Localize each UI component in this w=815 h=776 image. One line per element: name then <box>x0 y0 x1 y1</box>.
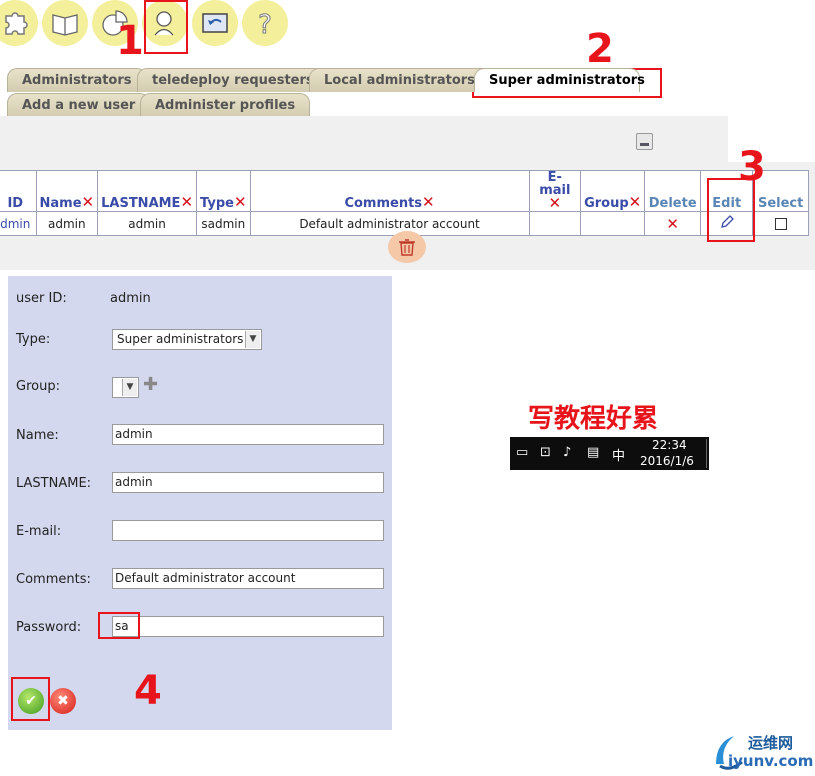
userid-label: user ID: <box>16 291 67 306</box>
type-select[interactable]: Super administrators ▼ <box>112 329 262 350</box>
cell-comments: Default administrator account <box>249 211 530 236</box>
cell-select <box>752 211 809 236</box>
type-label: Type: <box>16 332 51 347</box>
col-header-delete: Delete <box>644 170 702 212</box>
watermark-cn: 运维网 <box>748 734 794 752</box>
delete-icon[interactable]: ✕ <box>666 215 679 233</box>
tab-administrators[interactable]: Administrators <box>7 68 147 92</box>
cell-delete: ✕ <box>644 211 702 236</box>
help-icon[interactable]: ? <box>242 0 288 46</box>
table-header-row: ID Name✕ LASTNAME✕ Type✕ Comments✕ E-mai… <box>0 170 809 212</box>
print-icon[interactable] <box>636 133 653 150</box>
email-field[interactable] <box>112 520 384 541</box>
network-icon[interactable]: ⊡ <box>540 445 551 460</box>
annotation-box-4 <box>11 677 50 721</box>
col-header-comments[interactable]: Comments✕ <box>249 170 530 212</box>
tab-local-administrators[interactable]: Local administrators <box>309 68 490 92</box>
email-label: E-mail: <box>16 524 62 539</box>
cell-lastname: admin <box>97 211 198 236</box>
annotation-box-password <box>98 612 140 639</box>
book-icon[interactable] <box>42 0 88 46</box>
annotation-number-1: 1 <box>116 18 144 64</box>
annotation-number-2: 2 <box>586 26 614 72</box>
toolbar-panel <box>0 116 728 162</box>
puzzle-icon[interactable] <box>0 0 38 46</box>
cell-name: admin <box>35 211 99 236</box>
caption-text: 写教程好累 <box>528 404 659 434</box>
battery-icon[interactable]: ▭ <box>516 445 528 460</box>
back-icon[interactable] <box>192 0 238 46</box>
remove-column-icon[interactable]: ✕ <box>629 193 642 211</box>
userid-value: admin <box>110 291 151 306</box>
close-icon: ✖ <box>57 693 69 709</box>
trash-icon[interactable] <box>388 231 426 263</box>
watermark-en: iyunv.com <box>728 752 814 770</box>
ime-indicator[interactable]: 中 <box>612 445 625 464</box>
cell-id[interactable]: dmin <box>0 211 37 236</box>
comments-field[interactable]: Default administrator account <box>112 568 384 589</box>
tab-super-administrators[interactable]: Super administrators <box>474 68 645 92</box>
cell-type: sadmin <box>196 211 251 236</box>
annotation-number-4: 4 <box>134 668 162 714</box>
type-select-value: Super administrators <box>117 332 244 346</box>
annotation-box-1 <box>144 0 188 54</box>
remove-column-icon[interactable]: ✕ <box>422 193 435 211</box>
clock-date[interactable]: 2016/1/6 <box>640 454 694 468</box>
add-group-icon[interactable]: ✚ <box>143 374 158 395</box>
col-header-id[interactable]: ID <box>0 170 37 212</box>
volume-icon[interactable]: ♪ <box>563 445 571 460</box>
select-checkbox[interactable] <box>774 218 787 230</box>
chevron-down-icon: ▼ <box>122 379 137 396</box>
lastname-label: LASTNAME: <box>16 476 92 491</box>
svg-text:?: ? <box>258 10 272 38</box>
remove-column-icon[interactable]: ✕ <box>234 193 247 211</box>
lastname-field[interactable]: admin <box>112 472 384 493</box>
taskbar-divider <box>706 439 707 468</box>
tab-add-new-user[interactable]: Add a new user <box>7 93 151 117</box>
col-header-name[interactable]: Name✕ <box>35 170 99 212</box>
chevron-down-icon: ▼ <box>245 331 260 348</box>
notification-icon[interactable]: ▤ <box>587 445 599 460</box>
name-field[interactable]: admin <box>112 424 384 445</box>
col-header-group[interactable]: Group✕ <box>580 170 646 212</box>
tab-administer-profiles[interactable]: Administer profiles <box>140 93 311 117</box>
password-field[interactable]: sa <box>112 616 384 637</box>
col-header-type[interactable]: Type✕ <box>196 170 251 212</box>
remove-column-icon[interactable]: ✕ <box>180 193 193 211</box>
annotation-box-3 <box>707 178 755 242</box>
clock-time[interactable]: 22:34 <box>652 438 687 452</box>
users-table: ID Name✕ LASTNAME✕ Type✕ Comments✕ E-mai… <box>0 170 809 236</box>
password-label: Password: <box>16 620 82 635</box>
group-label: Group: <box>16 379 60 394</box>
cancel-button[interactable]: ✖ <box>50 688 76 714</box>
tab-teledeploy-requesters[interactable]: teledeploy requesters <box>137 68 329 92</box>
cell-group <box>580 211 646 236</box>
col-header-lastname[interactable]: LASTNAME✕ <box>97 170 198 212</box>
comments-label: Comments: <box>16 572 91 587</box>
cell-email <box>528 211 582 236</box>
watermark: 运维网 iyunv.com <box>710 730 814 774</box>
remove-column-icon[interactable]: ✕ <box>549 194 562 212</box>
group-select[interactable]: ▼ <box>112 377 139 398</box>
remove-column-icon[interactable]: ✕ <box>82 193 95 211</box>
windows-taskbar: ▭ ⊡ ♪ ▤ 中 22:34 2016/1/6 <box>510 437 709 470</box>
name-label: Name: <box>16 428 59 443</box>
col-header-email[interactable]: E-mail ✕ <box>528 170 582 212</box>
